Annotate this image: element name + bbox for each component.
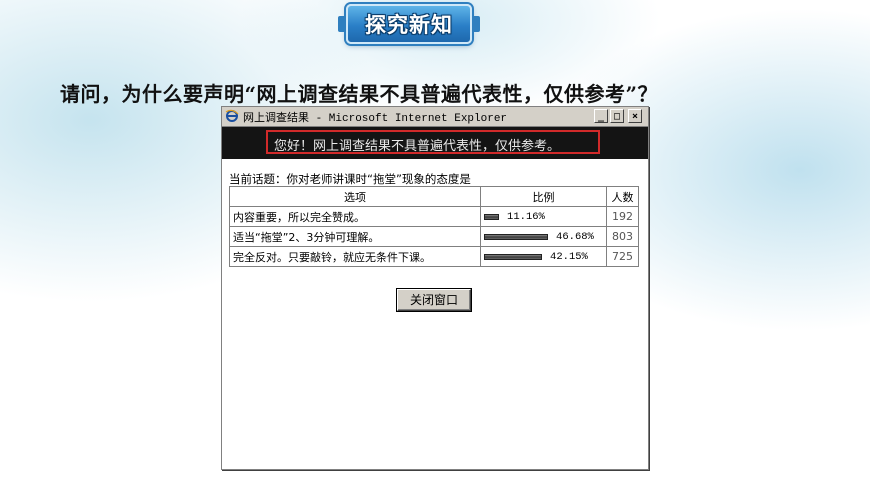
section-badge-label: 探究新知 — [365, 13, 453, 37]
survey-topic: 当前话题：你对老师讲课时“拖堂”现象的态度是 — [229, 172, 471, 186]
table-header-row: 选项 比例 人数 — [228, 186, 639, 207]
table-row: 完全反对。只要敲铃，就应无条件下课。 42.15% 725 — [228, 246, 639, 267]
results-table: 选项 比例 人数 内容重要，所以完全赞成。 11.16% 192 适当“拖堂”2… — [228, 186, 639, 267]
close-window-button[interactable]: 关闭窗口 — [397, 289, 471, 311]
ratio-bar — [484, 234, 549, 240]
table-row: 适当“拖堂”2、3分钟可理解。 46.68% 803 — [228, 226, 639, 247]
section-badge: 探究新知 — [338, 4, 480, 44]
question-text: 请问，为什么要声明“网上调查结果不具普遍代表性，仅供参考”？ — [60, 82, 659, 106]
row-count: 192 — [606, 206, 639, 227]
row-option: 适当“拖堂”2、3分钟可理解。 — [228, 226, 482, 247]
ratio-bar — [484, 214, 500, 220]
row-ratio: 11.16% — [480, 206, 607, 227]
window-titlebar[interactable]: 网上调查结果 - Microsoft Internet Explorer _ □… — [222, 107, 648, 127]
window-title: 网上调查结果 - Microsoft Internet Explorer — [243, 113, 508, 125]
ratio-label: 42.15% — [550, 251, 588, 263]
banner-text: 您好！网上调查结果不具普遍代表性，仅供参考。 — [274, 139, 561, 154]
ratio-bar — [484, 254, 543, 260]
minimize-button[interactable]: _ — [594, 109, 608, 123]
browser-window: 网上调查结果 - Microsoft Internet Explorer _ □… — [221, 106, 649, 470]
table-row: 内容重要，所以完全赞成。 11.16% 192 — [228, 206, 639, 227]
ratio-label: 46.68% — [556, 231, 594, 243]
row-count: 803 — [606, 226, 639, 247]
ratio-label: 11.16% — [507, 211, 545, 223]
row-option: 完全反对。只要敲铃，就应无条件下课。 — [228, 246, 482, 267]
row-option: 内容重要，所以完全赞成。 — [228, 206, 482, 227]
row-ratio: 42.15% — [480, 246, 607, 267]
header-option: 选项 — [228, 186, 482, 207]
row-count: 725 — [606, 246, 639, 267]
header-count: 人数 — [606, 186, 639, 207]
header-ratio: 比例 — [480, 186, 607, 207]
ie-icon — [225, 109, 239, 123]
row-ratio: 46.68% — [480, 226, 607, 247]
close-window-x-button[interactable]: × — [628, 109, 642, 123]
maximize-button[interactable]: □ — [610, 109, 624, 123]
notice-banner: 您好！网上调查结果不具普遍代表性，仅供参考。 — [222, 127, 648, 159]
